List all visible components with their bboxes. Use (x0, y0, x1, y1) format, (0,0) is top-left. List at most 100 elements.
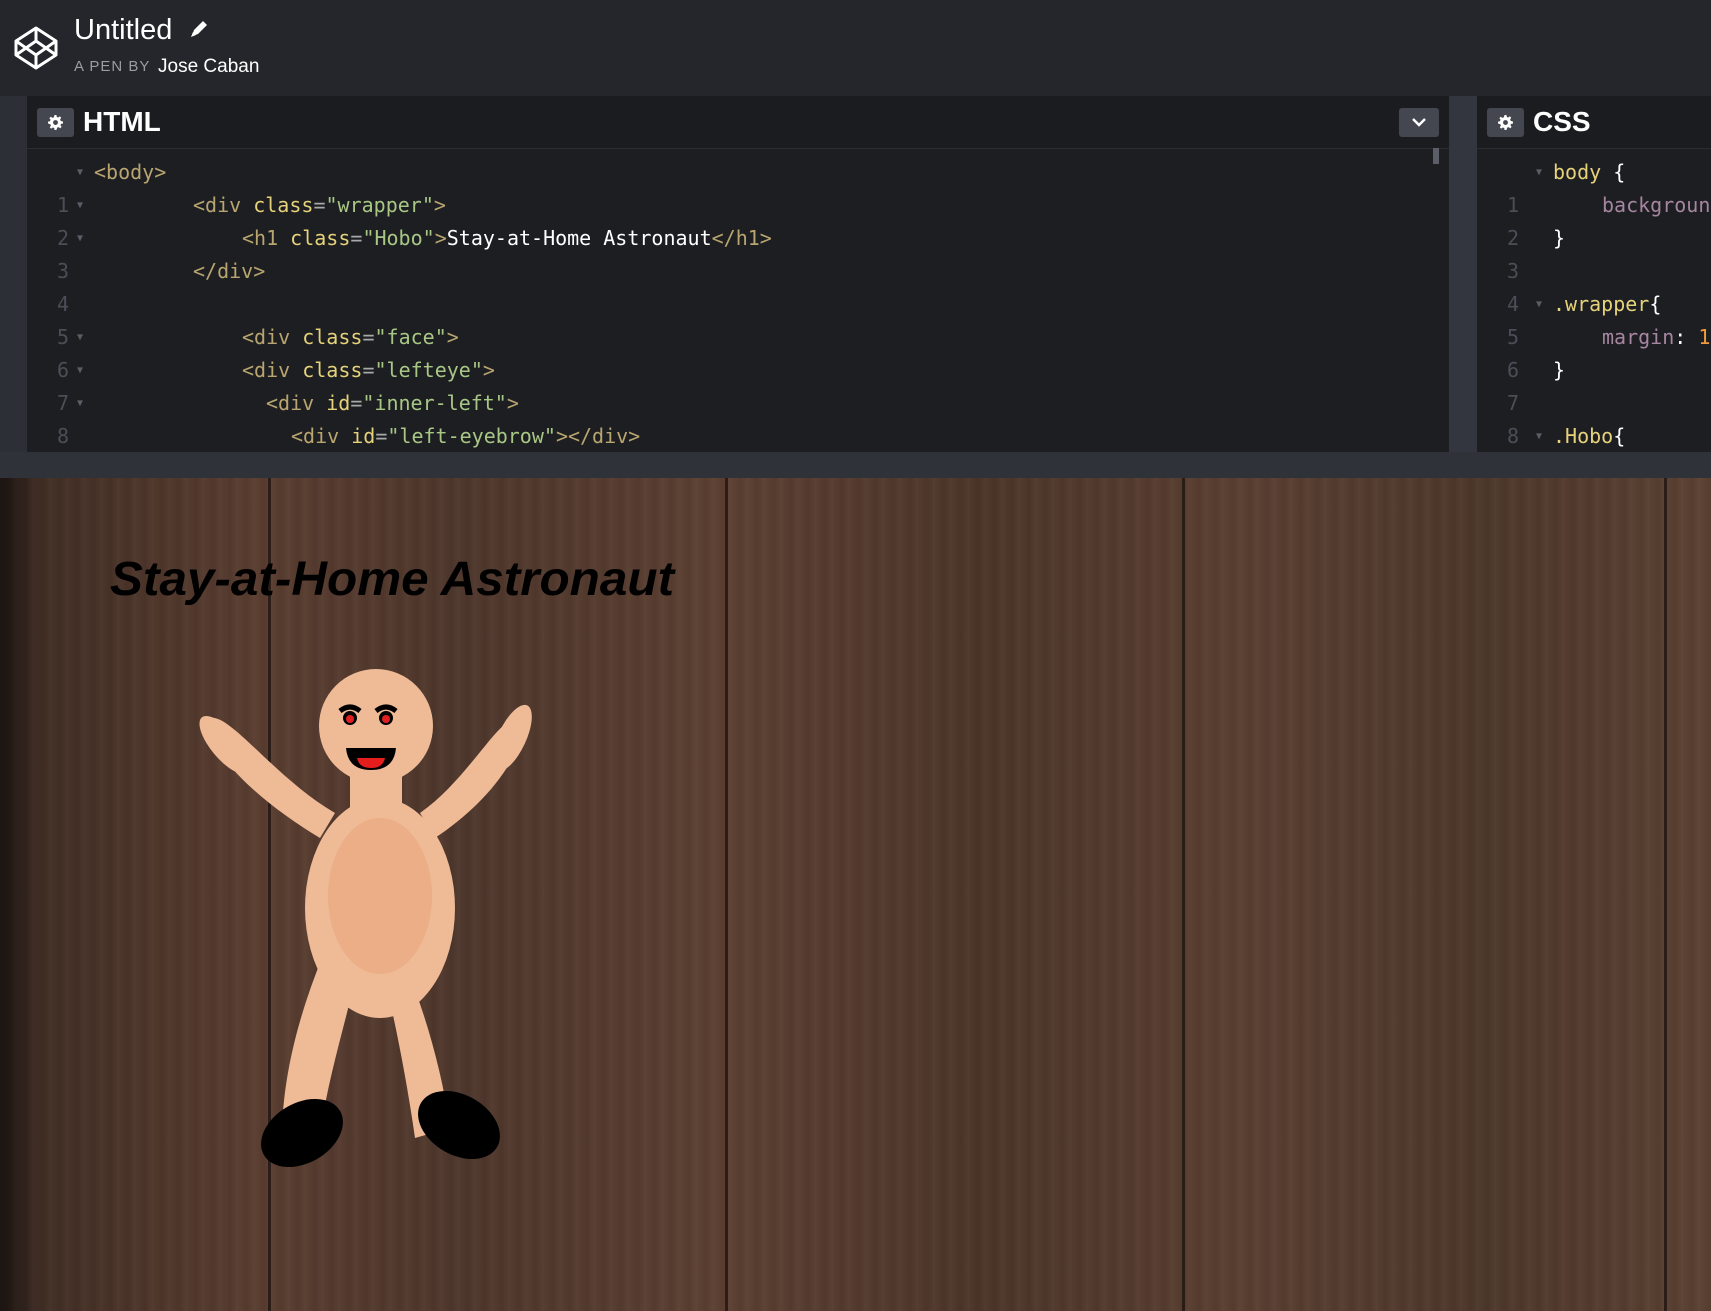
code-token: : (1674, 325, 1699, 349)
code-token: class (302, 358, 363, 382)
code-line: 6 margin: 1 (1477, 321, 1711, 382)
code-line: 7 } (1477, 354, 1711, 415)
css-pane-header: CSS (1477, 96, 1711, 149)
code-token: </h1> (711, 226, 772, 250)
code-token: class (290, 226, 351, 250)
code-token: > (434, 226, 447, 250)
result-preview: Stay-at-Home Astronaut (0, 478, 1711, 1311)
code-token: backgroun (1602, 193, 1711, 217)
code-token: > (433, 193, 446, 217)
code-line: 9 <div id="left-eyebrow"></div> (27, 420, 1449, 452)
code-line: 5 (27, 288, 1449, 349)
html-pane-title: HTML (83, 106, 161, 137)
code-token: > (506, 391, 519, 415)
html-collapse-button[interactable] (1399, 108, 1439, 137)
code-line: 3 ▼ <h1 class="Hobo">Stay-at-Home Astron… (27, 222, 1449, 283)
code-token: class (253, 193, 314, 217)
code-token: { (1601, 160, 1626, 184)
code-token: "lefteye" (374, 358, 483, 382)
code-token: { (1649, 292, 1662, 316)
byline-prefix: A PEN BY (74, 58, 151, 75)
code-line: 8 ▼ <div id="inner-left"> (27, 387, 1449, 448)
code-token: <body> (94, 160, 167, 184)
code-token: 1 (1698, 325, 1711, 349)
code-token: <h1 (242, 226, 291, 250)
wood-plank-seam (1664, 478, 1667, 1311)
code-token: <div (266, 391, 327, 415)
fold-arrow-icon[interactable]: ▼ (77, 321, 83, 354)
fold-arrow-icon[interactable]: ▼ (1536, 156, 1542, 189)
code-line: 3 } (1477, 222, 1711, 283)
astronaut-figure (199, 669, 532, 1168)
code-token: <div (242, 358, 303, 382)
codepen-logo-icon[interactable] (12, 24, 60, 72)
code-line: 1 ▼ body { (1477, 156, 1711, 217)
code-line: 7 ▼ <div class="lefteye"> (27, 354, 1449, 415)
code-token: id (351, 424, 376, 448)
chevron-down-icon (1412, 118, 1426, 127)
code-token: "Hobo" (362, 226, 435, 250)
gear-icon (48, 115, 63, 130)
pencil-icon[interactable] (188, 18, 210, 40)
html-pane-header: HTML (27, 96, 1449, 149)
code-token: class (302, 325, 363, 349)
code-line: 2 backgroun (1477, 189, 1711, 250)
code-token: <div (193, 193, 254, 217)
html-code[interactable]: 1 ▼ <body> 2 ▼ <div class="wrapper"> 3 ▼… (27, 156, 1449, 452)
fold-arrow-icon[interactable]: ▼ (77, 156, 83, 189)
code-token: } (1553, 226, 1566, 250)
code-token: <div (242, 325, 303, 349)
author-link[interactable]: Jose Caban (158, 54, 259, 80)
code-token: = (350, 391, 363, 415)
left-pupil (346, 715, 354, 723)
wood-plank-seam (725, 478, 728, 1311)
right-pupil (382, 715, 390, 723)
fold-arrow-icon[interactable]: ▼ (77, 222, 83, 255)
editor-left-edge (0, 96, 27, 452)
code-token: "left-eyebrow" (387, 424, 556, 448)
fold-arrow-icon[interactable]: ▼ (77, 387, 83, 420)
code-token: = (350, 226, 363, 250)
css-code[interactable]: 1 ▼ body { 2 backgroun 3 } 4 5 ▼ .wrappe… (1477, 156, 1711, 452)
code-token: = (362, 358, 375, 382)
preview-resize-bar[interactable] (0, 452, 1711, 480)
editor-area: HTML 1 ▼ <body> 2 ▼ <div class="wrapper"… (0, 96, 1711, 452)
fold-arrow-icon[interactable]: ▼ (1536, 288, 1542, 321)
code-token: "wrapper" (325, 193, 434, 217)
pen-title[interactable]: Untitled (74, 12, 172, 48)
code-line: 8 (1477, 387, 1711, 448)
html-settings-button[interactable] (37, 108, 74, 137)
code-token: .Hobo (1553, 424, 1614, 448)
code-token: <div (291, 424, 352, 448)
code-line: 1 ▼ <body> (27, 156, 1449, 217)
html-editor-pane: HTML 1 ▼ <body> 2 ▼ <div class="wrapper"… (27, 96, 1449, 452)
code-token: Stay-at-Home Astronaut (446, 226, 712, 250)
css-editor-pane: CSS 1 ▼ body { 2 backgroun 3 } 4 5 ▼ .wr… (1477, 96, 1711, 452)
code-token: "face" (374, 325, 447, 349)
code-token: ></div> (555, 424, 641, 448)
fold-arrow-icon[interactable]: ▼ (77, 189, 83, 222)
pane-resize-handle[interactable] (1449, 96, 1477, 452)
code-token: </div> (193, 259, 266, 283)
code-line: 5 ▼ .wrapper{ (1477, 288, 1711, 349)
code-line: 2 ▼ <div class="wrapper"> (27, 189, 1449, 250)
code-token: = (313, 193, 326, 217)
code-token: { (1613, 424, 1626, 448)
code-token: > (482, 358, 495, 382)
code-token: = (362, 325, 375, 349)
code-token: body (1553, 160, 1602, 184)
css-pane-title: CSS (1533, 106, 1591, 137)
css-settings-button[interactable] (1487, 108, 1524, 137)
gear-icon (1498, 115, 1513, 130)
code-token: id (326, 391, 351, 415)
code-line: 4 (1477, 255, 1711, 316)
fold-arrow-icon[interactable]: ▼ (77, 354, 83, 387)
belly (328, 818, 432, 974)
code-token: .wrapper (1553, 292, 1650, 316)
code-line: 4 </div> (27, 255, 1449, 316)
fold-arrow-icon[interactable]: ▼ (1536, 420, 1542, 452)
code-line: 6 ▼ <div class="face"> (27, 321, 1449, 382)
wood-plank-seam (1182, 478, 1185, 1311)
code-token: } (1553, 358, 1566, 382)
pen-header: Untitled A PEN BY Jose Caban (0, 0, 1711, 96)
